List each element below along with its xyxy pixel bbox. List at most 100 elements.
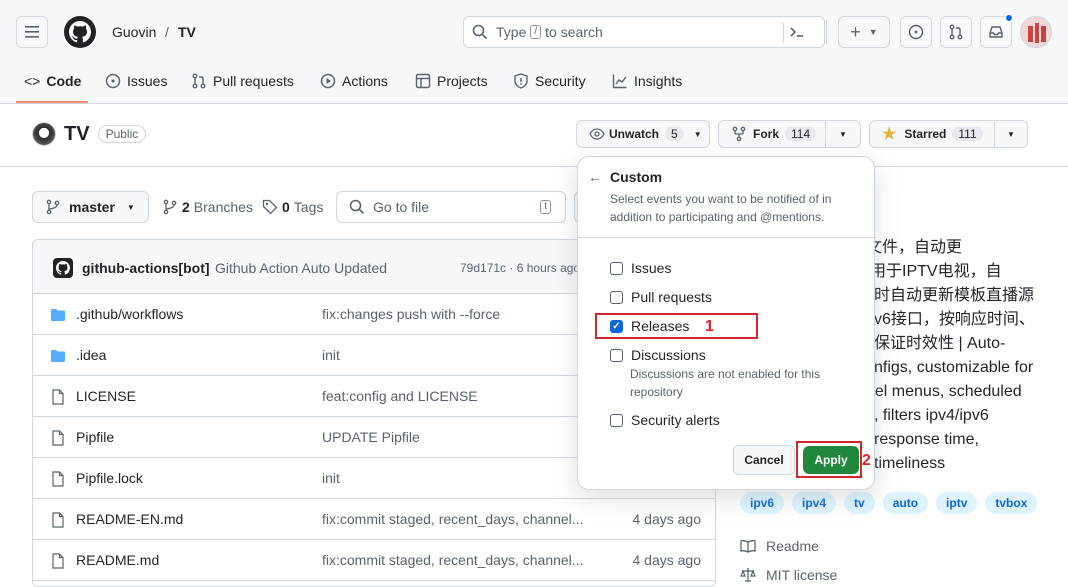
file-name[interactable]: README.md	[76, 552, 159, 568]
tab-pull-requests[interactable]: Pull requests	[191, 68, 294, 94]
active-tab-underline	[16, 101, 88, 103]
file-commit-message[interactable]: init	[322, 470, 340, 486]
topic-tag[interactable]: auto	[882, 492, 929, 514]
tab-insights[interactable]: Insights	[612, 68, 682, 94]
tab-actions[interactable]: Actions	[320, 68, 388, 94]
star-list-dropdown-button[interactable]: ▼	[994, 120, 1028, 148]
file-name[interactable]: LICENSE	[76, 388, 136, 404]
file-row[interactable]: README-EN.md fix:commit staged, recent_da…	[33, 499, 715, 540]
breadcrumb-repo[interactable]: TV	[178, 24, 196, 40]
unwatch-label: Unwatch	[609, 127, 660, 141]
global-search-input[interactable]: Type / to search	[463, 16, 825, 48]
triangle-down-icon: ▼	[693, 129, 702, 139]
fork-dropdown-button[interactable]: ▼	[825, 120, 861, 148]
fork-button[interactable]: Fork 114	[718, 120, 826, 148]
star-fill-icon: ★	[882, 126, 897, 143]
cancel-button[interactable]: Cancel	[733, 445, 795, 475]
annotation-number-1: 1	[705, 318, 714, 335]
triangle-down-icon: ▼	[868, 27, 878, 37]
file-commit-message[interactable]: fix:commit staged, recent_days, channel.…	[322, 511, 583, 527]
annotation-box-releases	[595, 313, 758, 339]
section-divider	[0, 166, 1068, 167]
file-name[interactable]: .github/workflows	[76, 306, 183, 322]
discussions-note: Discussions are not enabled for this rep…	[630, 367, 821, 399]
go-to-file-placeholder: Go to file	[373, 199, 430, 215]
topic-tag[interactable]: tvbox	[985, 492, 1038, 514]
file-row[interactable]: README.md fix:commit staged, recent_days,…	[33, 540, 715, 581]
header-divider	[826, 20, 827, 44]
breadcrumb-owner[interactable]: Guovin	[112, 24, 156, 40]
menu-button[interactable]	[16, 16, 48, 48]
repo-owner-avatar[interactable]	[32, 122, 56, 146]
issues-shortcut-button[interactable]	[900, 16, 932, 48]
create-new-button[interactable]: + ▼	[838, 16, 890, 48]
commit-message[interactable]: Github Action Auto Updated	[215, 260, 387, 276]
tab-projects[interactable]: Projects	[415, 68, 488, 94]
topic-tag[interactable]: tv	[844, 492, 875, 514]
commit-author[interactable]: github-actions[bot]	[82, 260, 210, 276]
file-icon	[52, 553, 64, 569]
file-commit-message[interactable]: fix:changes push with --force	[322, 306, 500, 322]
pull-requests-checkbox[interactable]	[610, 290, 623, 304]
notification-dot	[1005, 14, 1013, 22]
tab-issues[interactable]: Issues	[105, 68, 167, 94]
triangle-down-icon: ▼	[839, 129, 847, 139]
tags-count: 0	[282, 199, 290, 215]
search-icon	[349, 199, 365, 215]
github-logo-icon[interactable]	[64, 16, 96, 48]
apply-button[interactable]: Apply	[803, 446, 859, 474]
tab-code-label: Code	[46, 73, 82, 89]
bot-avatar[interactable]	[53, 258, 73, 278]
option-security-alerts[interactable]: Security alerts	[610, 412, 720, 428]
security-alerts-checkbox[interactable]	[610, 413, 623, 427]
readme-label: Readme	[766, 538, 819, 554]
topic-tag[interactable]: ipv4	[792, 492, 837, 514]
discussions-checkbox[interactable]	[610, 348, 623, 362]
tab-security[interactable]: Security	[513, 68, 586, 94]
readme-link[interactable]: Readme	[740, 538, 819, 554]
file-name[interactable]: .idea	[76, 347, 106, 363]
file-name[interactable]: README-EN.md	[76, 511, 183, 527]
star-count: 111	[952, 127, 983, 141]
file-icon	[52, 471, 64, 487]
file-commit-message[interactable]: init	[322, 347, 340, 363]
file-name[interactable]: Pipfile.lock	[76, 470, 143, 486]
fork-count: 114	[785, 127, 817, 141]
license-link[interactable]: MIT license	[740, 567, 837, 583]
option-pull-requests[interactable]: Pull requests	[610, 289, 712, 305]
dropdown-description: Select events you want to be notified of…	[610, 192, 832, 224]
tab-code[interactable]: <> Code	[24, 68, 81, 94]
pull-requests-shortcut-button[interactable]	[940, 16, 972, 48]
tab-insights-label: Insights	[634, 73, 683, 89]
unwatch-button[interactable]: Unwatch 5 ▼	[576, 120, 710, 148]
commit-sha-time[interactable]: 79d171c · 6 hours ago	[460, 261, 580, 275]
starred-button[interactable]: ★ Starred 111	[869, 120, 995, 148]
file-commit-message[interactable]: UPDATE Pipfile	[322, 429, 420, 445]
go-to-file-input[interactable]: Go to file t	[336, 191, 566, 223]
branches-link[interactable]: 2 Branches	[162, 199, 253, 215]
search-placeholder-post: to search	[545, 24, 603, 40]
file-commit-message[interactable]: feat:config and LICENSE	[322, 388, 478, 404]
tab-issues-label: Issues	[127, 73, 168, 89]
option-discussions[interactable]: Discussions	[610, 347, 706, 363]
starred-label: Starred	[904, 127, 947, 141]
file-name[interactable]: Pipfile	[76, 429, 114, 445]
back-arrow-icon[interactable]: ←	[588, 169, 602, 185]
user-avatar[interactable]	[1020, 16, 1052, 48]
topic-tag[interactable]: iptv	[936, 492, 978, 514]
dropdown-divider	[578, 237, 876, 238]
issues-checkbox[interactable]	[610, 261, 623, 275]
command-palette-button[interactable]	[781, 16, 813, 48]
triangle-down-icon: ▼	[126, 202, 135, 212]
topic-tag[interactable]: ipv6	[740, 492, 785, 514]
file-icon	[52, 512, 64, 528]
repo-name[interactable]: TV	[64, 123, 90, 146]
plus-icon: +	[850, 22, 861, 42]
file-commit-message[interactable]: fix:commit staged, recent_days, channel.…	[322, 552, 583, 568]
tags-link[interactable]: 0 Tags	[262, 199, 323, 215]
tab-projects-label: Projects	[437, 73, 488, 89]
file-icon	[52, 389, 64, 405]
branch-selector-button[interactable]: master ▼	[32, 191, 149, 223]
option-issues[interactable]: Issues	[610, 260, 671, 276]
repo-title: TV Public	[32, 122, 147, 146]
